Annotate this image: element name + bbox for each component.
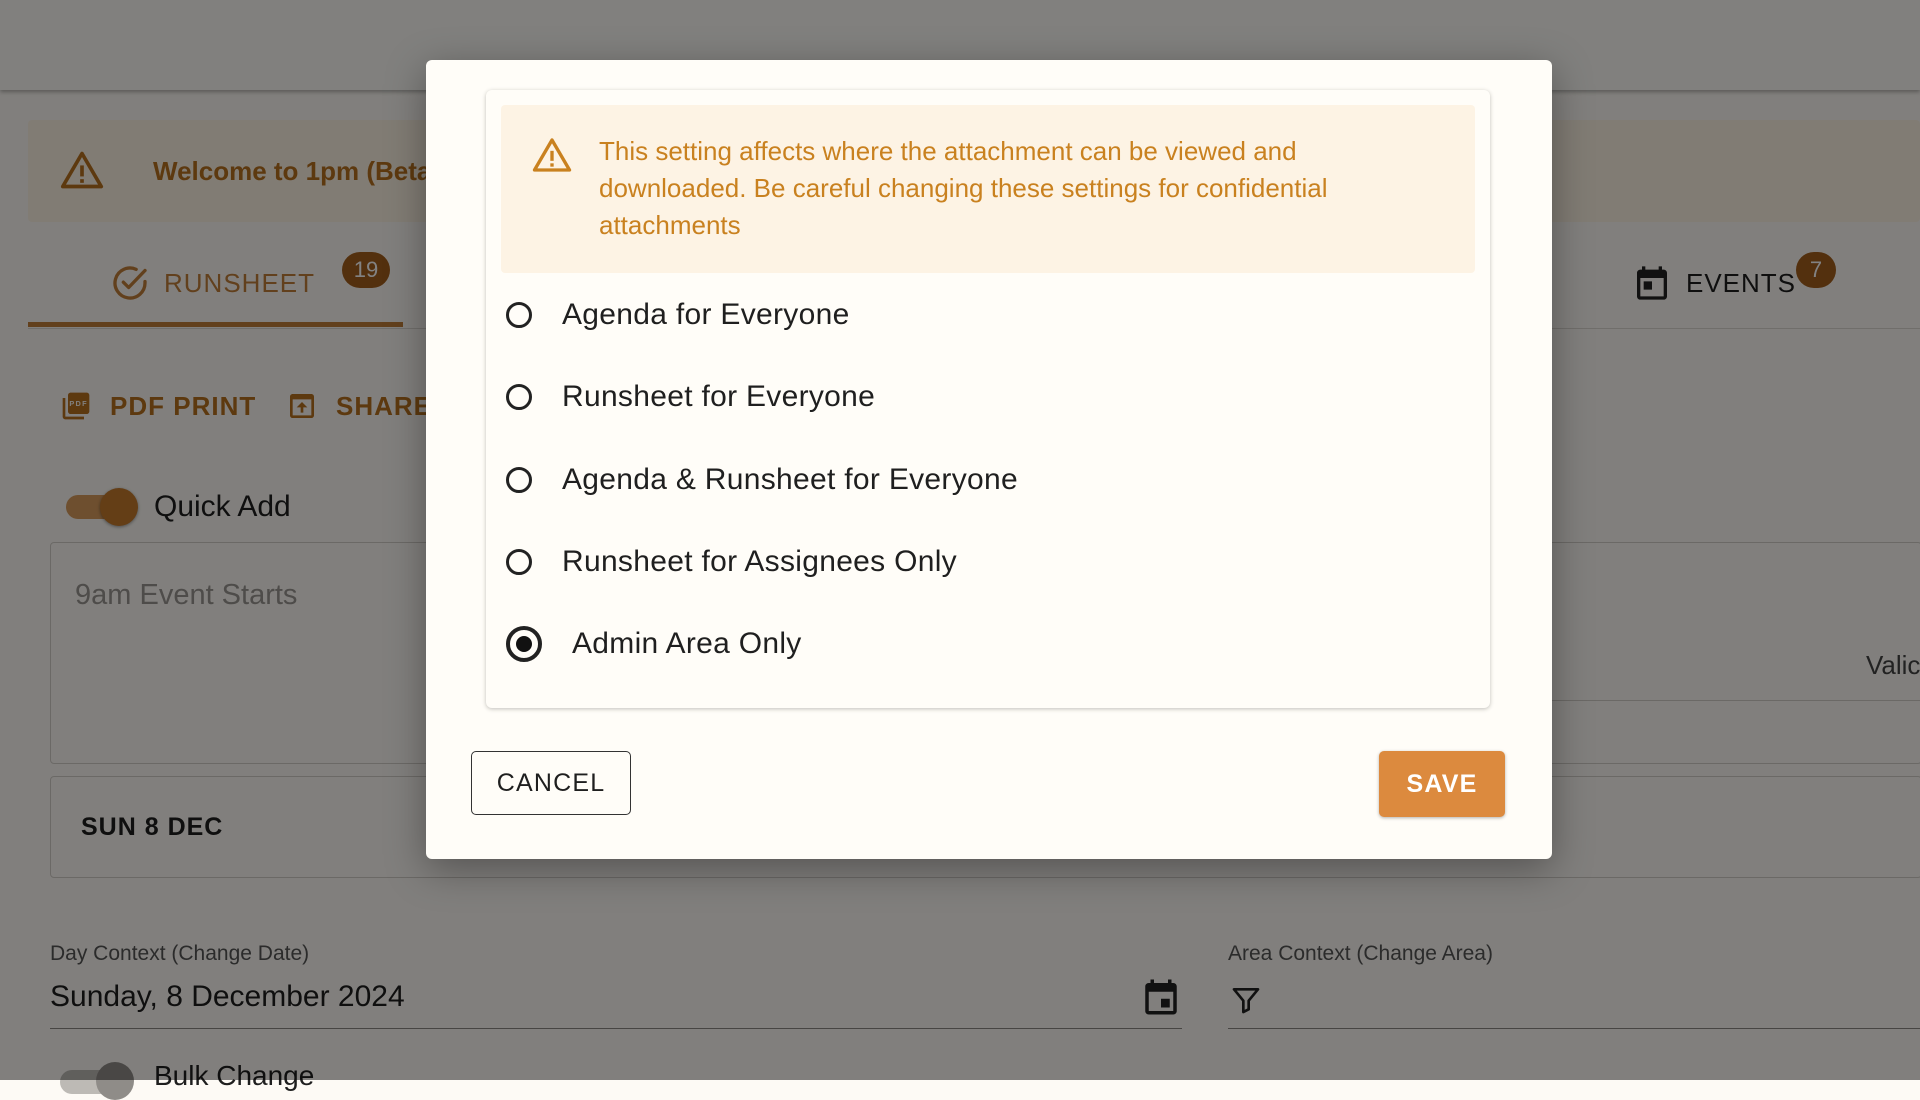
radio-agenda-runsheet-everyone[interactable]: Agenda & Runsheet for Everyone: [506, 463, 1018, 497]
radio-runsheet-assignees[interactable]: Runsheet for Assignees Only: [506, 545, 957, 579]
radio-agenda-everyone[interactable]: Agenda for Everyone: [506, 298, 850, 332]
radio-button[interactable]: [506, 549, 532, 575]
radio-admin-only[interactable]: Admin Area Only: [506, 626, 802, 662]
visibility-options-card: This setting affects where the attachmen…: [486, 90, 1490, 708]
radio-runsheet-everyone[interactable]: Runsheet for Everyone: [506, 380, 875, 414]
radio-label: Agenda for Everyone: [562, 298, 850, 331]
cancel-button[interactable]: CANCEL: [471, 751, 631, 815]
radio-button[interactable]: [506, 302, 532, 328]
radio-label: Runsheet for Assignees Only: [562, 545, 957, 578]
radio-button-selected[interactable]: [506, 626, 542, 662]
save-button[interactable]: SAVE: [1379, 751, 1505, 817]
radio-button[interactable]: [506, 384, 532, 410]
radio-button[interactable]: [506, 467, 532, 493]
warning-alert: This setting affects where the attachmen…: [501, 105, 1475, 273]
radio-label: Runsheet for Everyone: [562, 380, 876, 413]
warning-icon: [532, 138, 572, 172]
attachment-visibility-dialog: This setting affects where the attachmen…: [426, 60, 1552, 859]
warning-text: This setting affects where the attachmen…: [599, 136, 1328, 240]
radio-label: Admin Area Only: [572, 627, 802, 660]
radio-label: Agenda & Runsheet for Everyone: [562, 463, 1018, 496]
